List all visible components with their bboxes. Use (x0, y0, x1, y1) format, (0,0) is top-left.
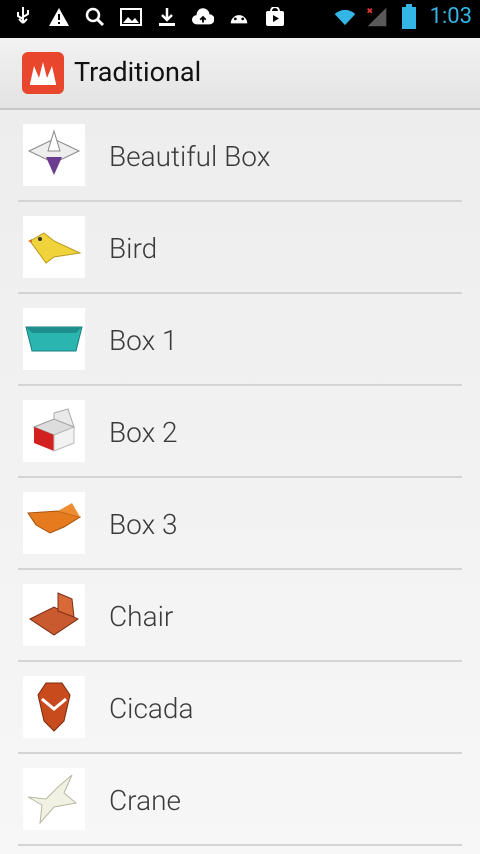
list-item[interactable]: Bird (0, 202, 480, 294)
cicada-thumbnail (23, 676, 85, 738)
list-item[interactable]: Cicada (0, 662, 480, 754)
list-item[interactable]: Crane (0, 754, 480, 846)
list-item[interactable]: Beautiful Box (0, 110, 480, 202)
download-icon (156, 6, 178, 28)
chair-thumbnail (23, 584, 85, 646)
box2-thumbnail (23, 400, 85, 462)
play-store-icon (264, 6, 286, 28)
list-item-label: Crane (109, 784, 181, 817)
wifi-icon (334, 6, 356, 28)
list-item-label: Chair (109, 600, 174, 633)
list-item-label: Bird (109, 232, 158, 265)
beautiful-box-thumbnail (23, 124, 85, 186)
list-item-label: Box 1 (109, 324, 178, 357)
box3-thumbnail (23, 492, 85, 554)
list-item[interactable]: Chair (0, 570, 480, 662)
status-bar: 1:03 (0, 0, 480, 38)
list-item[interactable]: Box 1 (0, 294, 480, 386)
android-icon (228, 6, 250, 28)
battery-icon (398, 3, 420, 29)
box1-thumbnail (23, 308, 85, 370)
image-icon (120, 6, 142, 28)
bird-thumbnail (23, 216, 85, 278)
list-item-label: Box 2 (109, 416, 178, 449)
list-item[interactable]: Box 3 (0, 478, 480, 570)
search-icon (84, 6, 106, 28)
signal-icon (366, 6, 388, 28)
cloud-upload-icon (192, 6, 214, 28)
warning-icon (48, 6, 70, 28)
list-item[interactable]: Box 2 (0, 386, 480, 478)
list-item-label: Beautiful Box (109, 140, 271, 173)
origami-crown-icon[interactable] (22, 52, 64, 94)
divider (18, 844, 462, 846)
crane-thumbnail (23, 768, 85, 830)
status-time: 1:03 (429, 4, 472, 29)
usb-icon (12, 6, 34, 28)
list-item-label: Box 3 (109, 508, 178, 541)
list-item-label: Cicada (109, 692, 194, 725)
action-bar: Traditional (0, 38, 480, 110)
page-title: Traditional (74, 56, 202, 88)
origami-list: Beautiful Box Bird Box 1 Box 2 Box 3 Cha… (0, 110, 480, 854)
